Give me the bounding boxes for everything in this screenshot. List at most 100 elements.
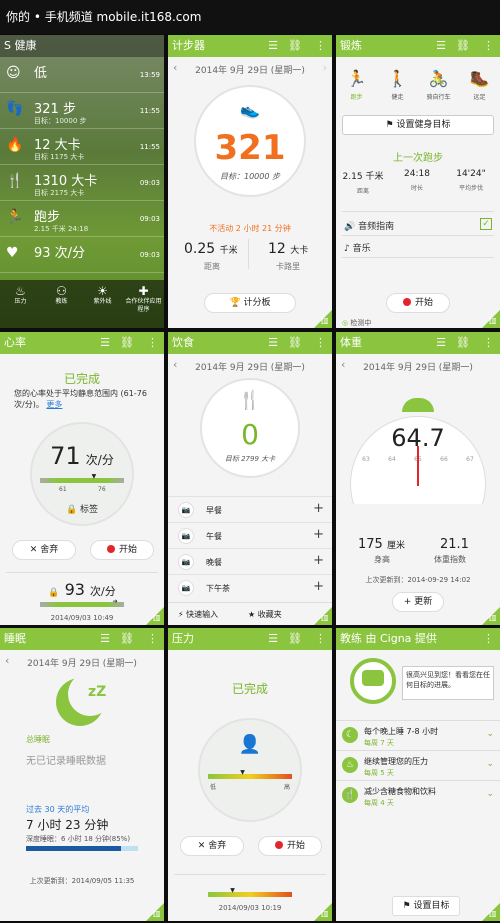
prev-day-icon[interactable]: ‹ [341,358,345,371]
calories-label: 卡路里 [276,262,300,271]
exercise-mode[interactable]: 🚴 骑自行车 [418,69,459,101]
more-icon[interactable]: ⋮ [483,628,494,650]
more-icon[interactable]: ⋮ [315,35,326,57]
share-icon[interactable]: ⛓ [288,628,302,650]
share-icon[interactable]: ⛓ [456,35,470,57]
home-list-item[interactable]: ♥ 93 次/分 09:03 [0,237,164,273]
next-day-icon[interactable]: › [323,61,327,74]
stats-corner-icon[interactable]: ▥ [146,607,164,625]
exercise-mode[interactable]: 🏃 跑步 [336,69,377,101]
tag-button[interactable]: 🔒 标签 [0,502,164,515]
home-list-item[interactable]: ☺ 低 13:59 [0,57,164,93]
tag-icon: 🔒 [65,505,78,515]
music-row[interactable]: ♪ 音乐 [336,241,500,254]
favorites-button[interactable]: ★ 收藏夹 [248,609,282,620]
list-icon[interactable]: ☰ [436,35,446,57]
more-icon[interactable]: ⋮ [483,35,494,57]
add-icon[interactable]: + [313,501,324,516]
quick-input-button[interactable]: ⚡ 快速输入 [178,609,218,620]
share-icon[interactable]: ⛓ [120,332,134,354]
share-icon[interactable]: ⛓ [288,35,302,57]
prev-day-icon[interactable]: ‹ [173,61,177,74]
share-icon[interactable]: ⛓ [120,628,134,650]
heart-range-bar [40,478,124,483]
stats-corner-icon[interactable]: ▥ [314,607,332,625]
discard-button[interactable]: ✕ 舍弃 [180,836,244,856]
chevron-down-icon[interactable]: ⌄ [486,729,494,739]
camera-icon[interactable]: 📷 [178,528,194,544]
prev-day-icon[interactable]: ‹ [173,358,177,371]
more-icon[interactable]: ⋮ [315,628,326,650]
meal-row[interactable]: 📷 下午茶 + [168,574,332,600]
date-label: 2014年 9月 29日 (星期一) [195,66,305,76]
stats-corner-icon[interactable]: ▥ [482,607,500,625]
scoreboard-button[interactable]: 🏆 计分板 [204,293,296,313]
coach-task[interactable]: 🍴 减少含糖食物和饮料 每周 4 天 ⌄ [336,780,500,810]
start-button[interactable]: 开始 [386,293,450,313]
home-shortcut-label: 紫外线 [93,298,112,305]
more-icon[interactable]: ⋮ [483,332,494,354]
update-button[interactable]: + 更新 [392,592,444,612]
more-icon[interactable]: ⋮ [147,628,158,650]
audio-guide-row[interactable]: 🔊 音频指南 [336,219,500,232]
home-shortcut[interactable]: ⚇ 教练 [41,284,82,306]
camera-icon[interactable]: 📷 [178,502,194,518]
start-button[interactable]: 开始 [90,540,154,560]
audio-guide-checkbox[interactable]: ✓ [480,218,492,230]
chevron-down-icon[interactable]: ⌄ [486,759,494,769]
last-stress-bar [208,892,292,897]
weight-tick-label: 67 [466,456,474,463]
stress-low: 低 [210,784,217,791]
stats-corner-icon[interactable]: ▥ [314,310,332,328]
stats-corner-icon[interactable]: ▥ [482,903,500,921]
home-list-item[interactable]: 🍴 1310 大卡 目标 2175 大卡 09:03 [0,165,164,201]
list-icon[interactable]: ☰ [268,35,278,57]
speaker-icon: 🔊 [344,222,356,232]
home-shortcut[interactable]: ✚ 合作伙伴应用程序 [123,284,164,314]
camera-icon[interactable]: 📷 [178,580,194,596]
set-fitness-goal-button[interactable]: ⚑ 设置健身目标 [342,115,494,135]
food-panel: 饮食 ☰ ⛓ ⋮ 2014年 9月 29日 (星期一) ‹ 🍴 0 目标 279… [168,332,332,625]
add-icon[interactable]: + [313,579,324,594]
stats-corner-icon[interactable]: ▥ [314,903,332,921]
meal-row[interactable]: 📷 晚餐 + [168,548,332,574]
home-list-item[interactable]: 👣 321 步目标：10000 步 11:55 [0,93,164,129]
stats-corner-icon[interactable]: ▥ [482,310,500,328]
add-icon[interactable]: + [313,553,324,568]
coach-task[interactable]: ☾ 每个晚上睡 7-8 小时 每周 7 天 ⌄ [336,720,500,750]
exercise-mode[interactable]: 🚶 健走 [377,69,418,101]
list-icon[interactable]: ☰ [268,628,278,650]
more-link[interactable]: 更多 [46,400,62,409]
coach-task[interactable]: ♨ 继续管理您的压力 每周 5 天 ⌄ [336,750,500,780]
home-shortcut[interactable]: ♨ 压力 [0,284,41,306]
home-shortcut[interactable]: ☀ 紫外线 [82,284,123,306]
add-icon[interactable]: + [313,527,324,542]
exercise-mode[interactable]: 🥾 远足 [459,69,500,101]
set-goal-button[interactable]: ⚑ 设置目标 [392,896,460,916]
meal-row[interactable]: 📷 早餐 + [168,496,332,522]
stats-corner-icon[interactable]: ▥ [146,903,164,921]
chevron-down-icon[interactable]: ⌄ [486,789,494,799]
sleep-updated: 上次更新到：2014/09/05 11:35 [29,877,135,885]
home-list-item[interactable]: 🔥 12 大卡 目标 1175 大卡 11:55 [0,129,164,165]
share-icon[interactable]: ⛓ [288,332,302,354]
share-icon[interactable]: ⛓ [456,332,470,354]
exercise-modes: 🏃 跑步 🚶 健走 🚴 骑自行车 🥾 远足 [336,69,500,109]
more-icon[interactable]: ⋮ [315,332,326,354]
panel-title: 压力 [172,632,194,645]
discard-button[interactable]: ✕ 舍弃 [12,540,76,560]
stress-head-icon: 👤 [238,734,262,755]
list-icon[interactable]: ☰ [436,332,446,354]
flag-icon: ⚑ [402,901,411,911]
stat-value: 14'24" [456,169,486,179]
list-icon[interactable]: ☰ [100,628,110,650]
task-title: 每个晚上睡 7-8 小时 [364,727,439,736]
start-button[interactable]: 开始 [258,836,322,856]
prev-day-icon[interactable]: ‹ [5,654,9,667]
list-icon[interactable]: ☰ [100,332,110,354]
more-icon[interactable]: ⋮ [147,332,158,354]
list-icon[interactable]: ☰ [268,332,278,354]
camera-icon[interactable]: 📷 [178,554,194,570]
meal-row[interactable]: 📷 午餐 + [168,522,332,548]
home-list-item[interactable]: 🏃 跑步 2.15 千米 24:18 09:03 [0,201,164,237]
